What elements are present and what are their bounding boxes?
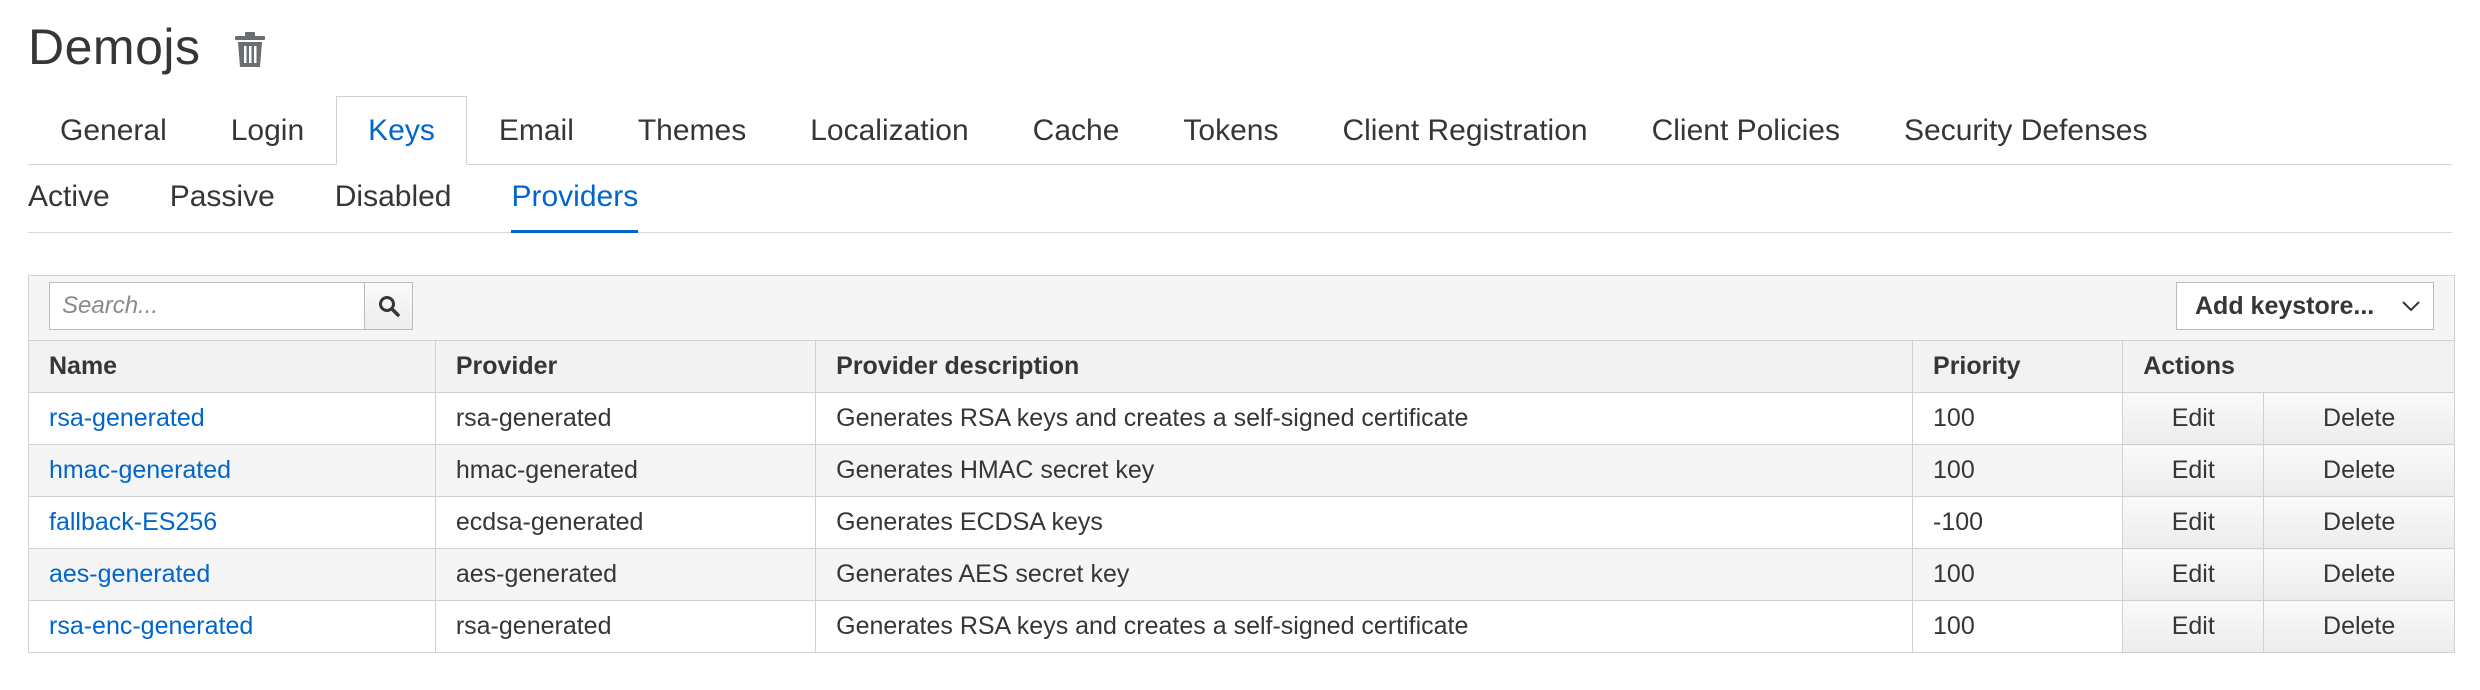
search-group — [49, 282, 413, 330]
add-keystore-label: Add keystore... — [2195, 291, 2375, 320]
cell-name: rsa-enc-generated — [29, 600, 436, 652]
table-header-row: Name Provider Provider description Prior… — [29, 341, 2454, 393]
tab-keys[interactable]: Keys — [336, 96, 467, 165]
edit-button[interactable]: Edit — [2122, 600, 2265, 652]
subtab-providers[interactable]: Providers — [511, 164, 639, 233]
tab-localization[interactable]: Localization — [778, 96, 1000, 165]
add-keystore-select[interactable]: Add keystore... — [2176, 282, 2434, 330]
toolbar: Add keystore... — [29, 276, 2454, 341]
column-header-priority[interactable]: Priority — [1912, 341, 2124, 393]
edit-button[interactable]: Edit — [2122, 496, 2265, 549]
cell-name: rsa-generated — [29, 392, 436, 445]
page-header: Demojs — [28, 18, 268, 76]
provider-link[interactable]: rsa-enc-generated — [49, 612, 253, 640]
cell-provider: rsa-generated — [435, 392, 817, 445]
cell-priority: -100 — [1912, 496, 2124, 549]
tab-email[interactable]: Email — [467, 96, 606, 165]
delete-button[interactable]: Delete — [2263, 392, 2454, 445]
table-row: hmac-generated hmac-generated Generates HM… — [29, 444, 2454, 497]
table-row: rsa-enc-generated rsa-generated Generates … — [29, 600, 2454, 652]
cell-provider: rsa-generated — [435, 600, 817, 652]
subtab-passive[interactable]: Passive — [170, 164, 275, 233]
table-row: fallback-ES256 ecdsa-generated Generates E… — [29, 496, 2454, 549]
column-header-actions: Actions — [2122, 341, 2454, 393]
table-body: rsa-generated rsa-generated Generates RSA … — [29, 392, 2454, 652]
column-header-name[interactable]: Name — [29, 341, 436, 393]
edit-button[interactable]: Edit — [2122, 548, 2265, 601]
cell-provider: ecdsa-generated — [435, 496, 817, 549]
delete-button[interactable]: Delete — [2263, 444, 2454, 497]
cell-provider: hmac-generated — [435, 444, 817, 497]
tab-tokens[interactable]: Tokens — [1151, 96, 1310, 165]
sub-tabs: Active Passive Disabled Providers — [28, 164, 2452, 233]
cell-description: Generates AES secret key — [815, 548, 1914, 601]
search-icon — [378, 296, 400, 317]
search-input[interactable] — [49, 282, 365, 330]
tab-cache[interactable]: Cache — [1001, 96, 1152, 165]
cell-description: Generates RSA keys and creates a self-si… — [815, 600, 1914, 652]
provider-link[interactable]: rsa-generated — [49, 404, 205, 432]
table-row: rsa-generated rsa-generated Generates RSA … — [29, 392, 2454, 445]
tab-themes[interactable]: Themes — [606, 96, 778, 165]
delete-button[interactable]: Delete — [2263, 548, 2454, 601]
delete-button[interactable]: Delete — [2263, 496, 2454, 549]
cell-name: fallback-ES256 — [29, 496, 436, 549]
cell-description: Generates ECDSA keys — [815, 496, 1914, 549]
main-tabs: General Login Keys Email Themes Localization C… — [28, 96, 2452, 165]
provider-link[interactable]: hmac-generated — [49, 456, 231, 484]
subtab-active[interactable]: Active — [28, 164, 110, 233]
providers-table: Name Provider Provider description Prior… — [29, 341, 2454, 652]
tab-login[interactable]: Login — [199, 96, 336, 165]
table-row: aes-generated aes-generated Generates AES … — [29, 548, 2454, 601]
cell-priority: 100 — [1912, 392, 2124, 445]
cell-description: Generates RSA keys and creates a self-si… — [815, 392, 1914, 445]
delete-realm-button[interactable] — [232, 30, 268, 70]
provider-link[interactable]: fallback-ES256 — [49, 508, 217, 536]
column-header-description[interactable]: Provider description — [815, 341, 1914, 393]
cell-description: Generates HMAC secret key — [815, 444, 1914, 497]
cell-name: aes-generated — [29, 548, 436, 601]
tab-client-registration[interactable]: Client Registration — [1310, 96, 1619, 165]
subtab-disabled[interactable]: Disabled — [335, 164, 452, 233]
edit-button[interactable]: Edit — [2122, 444, 2265, 497]
tab-security-defenses[interactable]: Security Defenses — [1872, 96, 2179, 165]
edit-button[interactable]: Edit — [2122, 392, 2265, 445]
cell-name: hmac-generated — [29, 444, 436, 497]
cell-priority: 100 — [1912, 600, 2124, 652]
tab-general[interactable]: General — [28, 96, 199, 165]
cell-provider: aes-generated — [435, 548, 817, 601]
trash-icon — [235, 32, 266, 67]
provider-link[interactable]: aes-generated — [49, 560, 210, 588]
search-button[interactable] — [365, 282, 413, 330]
tab-client-policies[interactable]: Client Policies — [1620, 96, 1872, 165]
cell-priority: 100 — [1912, 548, 2124, 601]
chevron-down-icon — [2402, 301, 2420, 312]
cell-priority: 100 — [1912, 444, 2124, 497]
column-header-provider[interactable]: Provider — [435, 341, 817, 393]
providers-panel: Add keystore... Name Provider Provider d… — [28, 275, 2455, 653]
page-title: Demojs — [28, 19, 201, 75]
delete-button[interactable]: Delete — [2263, 600, 2454, 652]
